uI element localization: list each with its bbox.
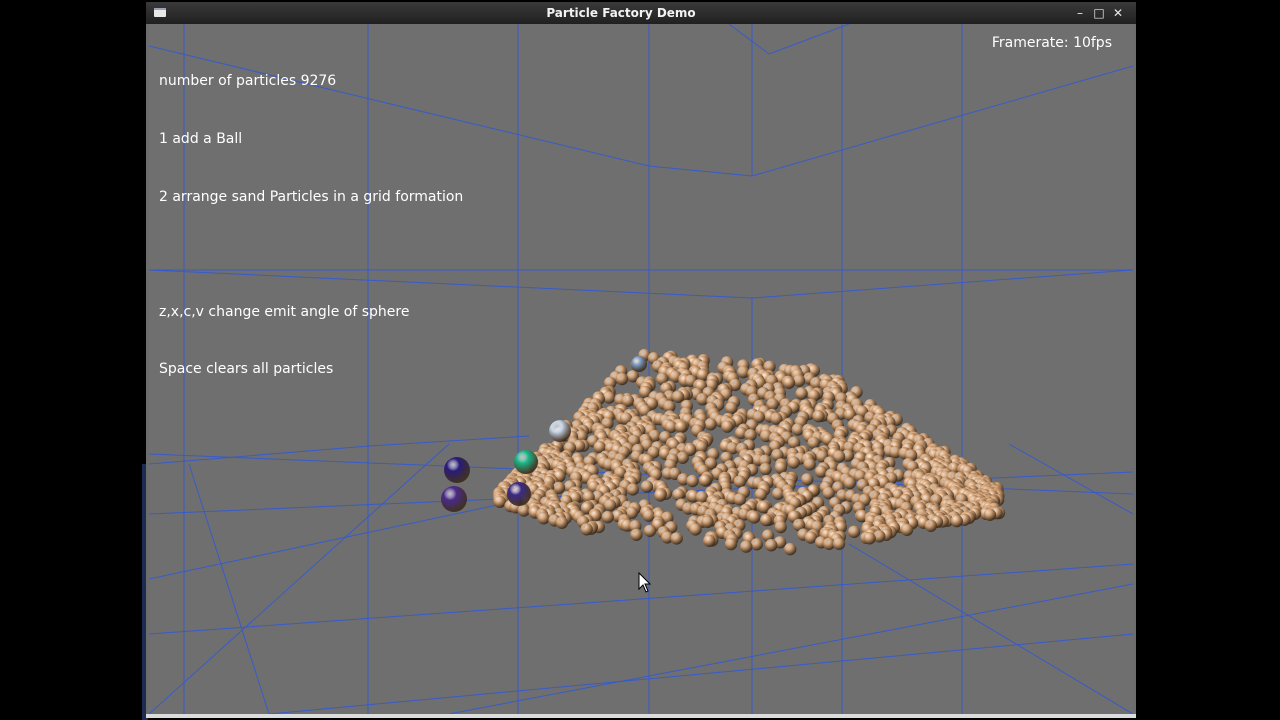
sand-particle xyxy=(601,510,614,524)
sand-particle xyxy=(674,420,688,434)
grid-line xyxy=(768,24,850,55)
sand-particle xyxy=(924,519,937,532)
window-bottom-border xyxy=(146,714,1136,718)
sand-particle xyxy=(733,475,746,488)
sand-particle xyxy=(698,474,712,487)
sand-particle xyxy=(782,376,796,389)
sand-particle xyxy=(801,473,814,486)
sand-particle xyxy=(670,532,683,545)
grid-line xyxy=(188,463,270,714)
grid-line xyxy=(149,493,550,580)
sand-particle xyxy=(900,523,914,536)
instructions-overlay: number of particles 9276 1 add a Ball 2 … xyxy=(159,34,463,418)
sand-particle xyxy=(537,512,550,525)
sand-particle xyxy=(784,542,797,556)
indigo-ball xyxy=(507,482,531,506)
grid-line xyxy=(751,269,1133,299)
sand-particle xyxy=(603,499,617,512)
sand-particle xyxy=(795,387,808,400)
steel-blue-ball xyxy=(631,356,647,372)
grid-line xyxy=(728,24,770,55)
sand-particle xyxy=(950,514,963,528)
instruction-spacer xyxy=(159,245,463,264)
sand-particle-pile xyxy=(492,348,1006,556)
instruction-add-ball: 1 add a Ball xyxy=(159,131,243,147)
sand-particle xyxy=(615,372,629,386)
sand-particle xyxy=(983,508,997,521)
close-button[interactable]: ✕ xyxy=(1110,4,1126,22)
render-viewport[interactable]: number of particles 9276 1 add a Ball 2 … xyxy=(149,24,1133,714)
sand-particle xyxy=(493,495,506,508)
sand-particle xyxy=(704,418,717,431)
sand-particle xyxy=(701,515,714,529)
instruction-emit-angle: z,x,c,v change emit angle of sphere xyxy=(159,303,410,320)
sand-particle xyxy=(807,436,820,450)
grid-line xyxy=(848,543,1133,714)
sand-particle xyxy=(843,476,856,490)
instruction-clear: Space clears all particles xyxy=(159,361,334,378)
sand-particle xyxy=(740,540,753,553)
app-window: Particle Factory Demo – □ ✕ number of pa… xyxy=(146,2,1136,718)
sand-particle xyxy=(689,523,702,536)
grid-line xyxy=(149,443,450,714)
sand-particle xyxy=(626,483,639,496)
grid-line xyxy=(1008,443,1133,515)
teal-ball xyxy=(514,450,538,474)
window-title: Particle Factory Demo xyxy=(546,6,696,20)
title-bar[interactable]: Particle Factory Demo – □ ✕ xyxy=(146,2,1136,24)
minimize-button[interactable]: – xyxy=(1072,4,1088,22)
sand-particle xyxy=(676,451,689,464)
sand-particle xyxy=(750,538,763,551)
sand-particle xyxy=(847,525,861,538)
sand-particle xyxy=(630,528,643,541)
sand-particle xyxy=(640,480,654,493)
sand-particle xyxy=(812,410,825,423)
sand-particle xyxy=(733,493,746,506)
instruction-grid-formation: 2 arrange sand Particles in a grid forma… xyxy=(159,188,464,205)
sand-particle xyxy=(787,456,800,469)
sand-particle xyxy=(774,520,787,534)
sand-particle xyxy=(832,537,846,550)
sand-particle xyxy=(555,516,569,529)
sand-particle xyxy=(759,462,772,476)
sand-particle xyxy=(724,537,738,551)
sand-particle xyxy=(703,534,716,547)
mouse-pointer-icon xyxy=(638,572,652,593)
sand-particle xyxy=(863,532,876,545)
sand-particle xyxy=(748,511,761,524)
particle-count-text: number of particles 9276 xyxy=(159,73,337,90)
sand-particle xyxy=(580,523,593,536)
sand-particle xyxy=(643,524,657,537)
sand-particle xyxy=(803,458,816,471)
grid-line xyxy=(268,633,1133,714)
maximize-button[interactable]: □ xyxy=(1091,4,1107,22)
grid-line xyxy=(751,65,1133,177)
sand-particle xyxy=(765,539,778,552)
dark-blue-ball xyxy=(444,457,470,483)
framerate-readout: Framerate: 10fps xyxy=(991,35,1112,51)
sand-particle xyxy=(725,401,738,415)
sand-particle xyxy=(721,420,734,433)
sand-particle xyxy=(517,504,530,517)
purple-ball xyxy=(441,486,467,512)
sand-particle xyxy=(695,490,708,504)
sand-particle xyxy=(654,489,667,502)
sand-particle xyxy=(671,390,685,403)
grid-line xyxy=(648,165,753,177)
light-blue-ball xyxy=(549,420,571,442)
grid-line xyxy=(448,583,1133,714)
sand-particle xyxy=(686,474,699,488)
sand-particle xyxy=(760,513,773,527)
